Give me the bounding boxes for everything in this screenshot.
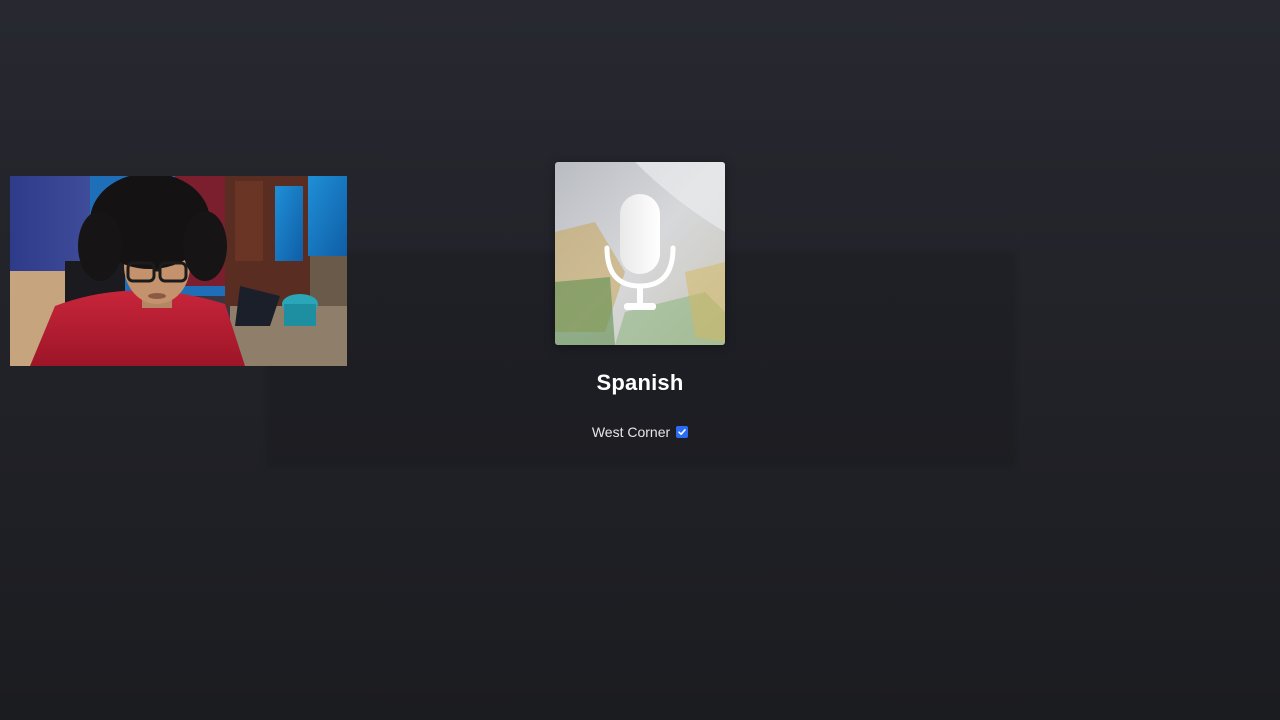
track-title: Spanish — [596, 370, 684, 395]
track-cover-art[interactable] — [555, 162, 725, 345]
webcam-feed-image — [10, 176, 347, 366]
webcam-overlay — [10, 176, 347, 366]
verified-checkmark-icon — [676, 426, 689, 438]
artist-row: West Corner — [440, 424, 840, 440]
artist-name-link[interactable]: West Corner — [592, 424, 670, 440]
microphone-icon — [604, 194, 676, 310]
